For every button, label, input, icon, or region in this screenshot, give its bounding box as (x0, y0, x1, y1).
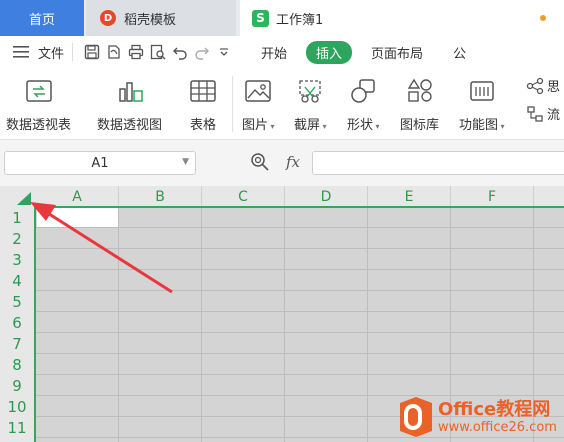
office-logo-icon (400, 397, 432, 437)
watermark: Office教程网 www.office26.com (398, 396, 557, 438)
watermark-title: Office教程网 (438, 398, 551, 420)
watermark-url: www.office26.com (438, 419, 557, 435)
annotation-arrow (30, 202, 173, 294)
